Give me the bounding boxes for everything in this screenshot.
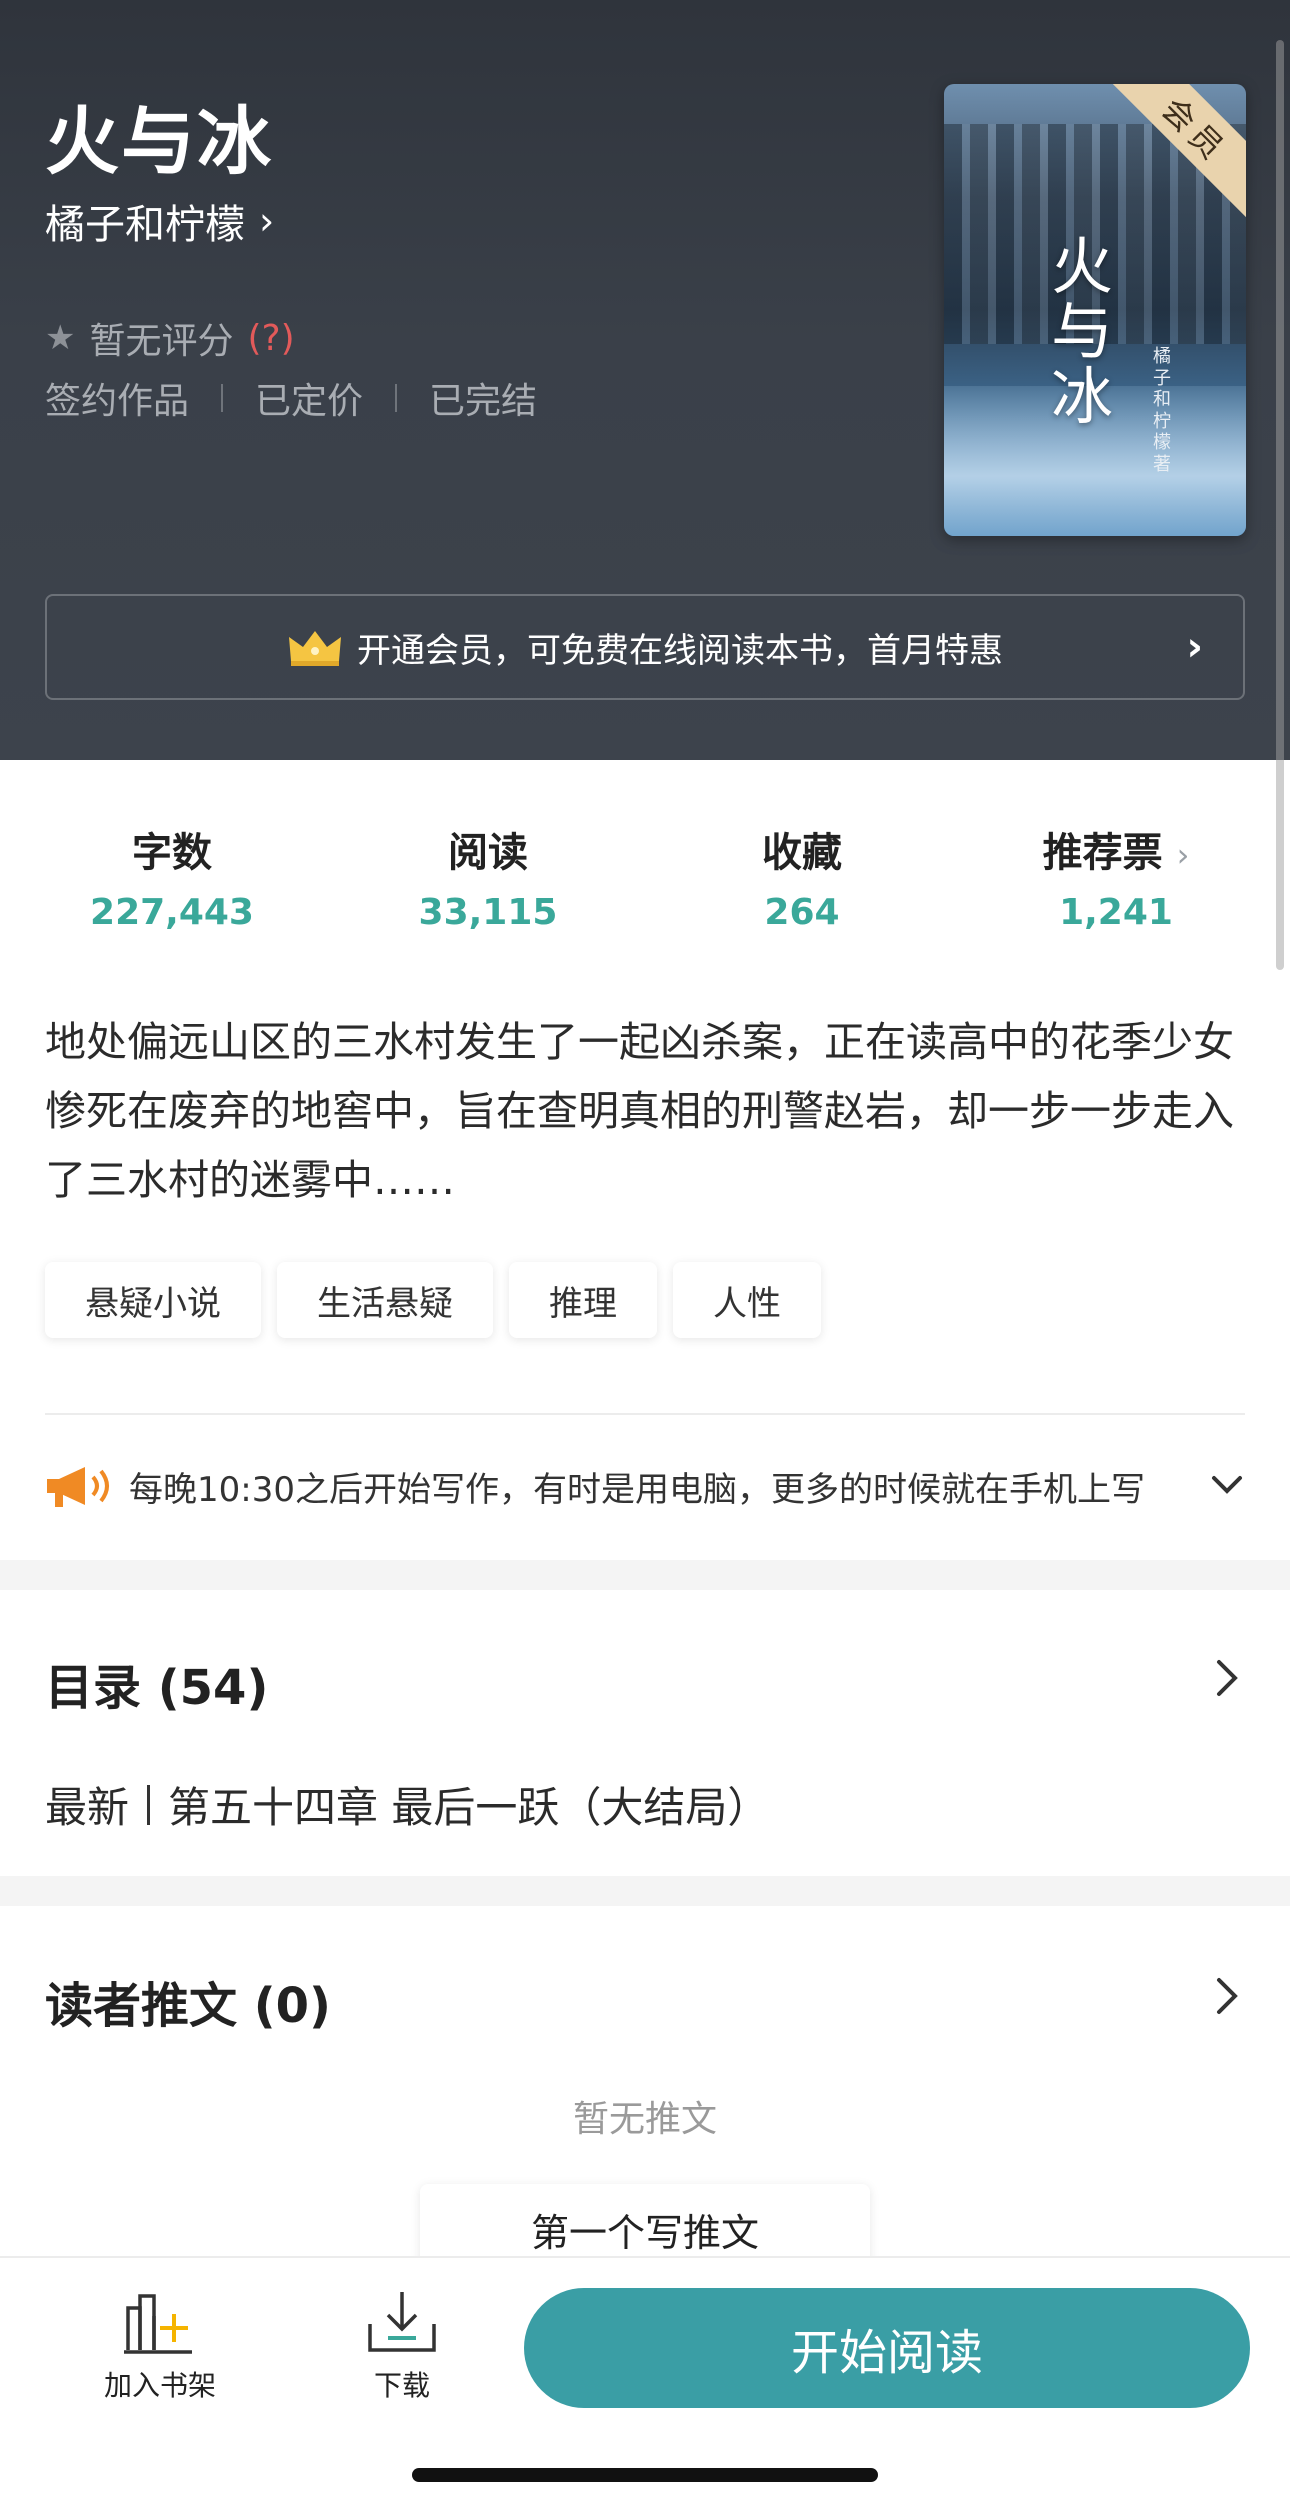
stat-reads: 阅读 33,115 (368, 820, 608, 933)
book-cover[interactable]: 火与冰 橘子和柠檬著 会员 (944, 84, 1246, 536)
meta-signed: 签约作品 (45, 381, 190, 422)
meta-completed: 已完结 (429, 381, 538, 422)
rating-help-link[interactable]: (?) (248, 318, 295, 359)
reviews-empty-text: 暂无推文 (572, 2099, 717, 2140)
latest-label: 最新 (45, 1783, 130, 1832)
author-name: 橘子和柠檬 (45, 202, 245, 248)
stat-recommend-votes[interactable]: 推荐票 › 1,241 (996, 820, 1236, 933)
chevron-right-icon[interactable] (1209, 1656, 1245, 1700)
download-icon (368, 2292, 436, 2352)
stat-label: 阅读 (448, 830, 528, 876)
download-button[interactable]: 下载 (322, 2288, 482, 2404)
cover-author: 橘子和柠檬著 (1153, 346, 1171, 475)
latest-chapter-row[interactable]: 最新 第五十四章 最后一跃（大结局） (45, 1774, 769, 1835)
stat-label: 推荐票 (1042, 830, 1163, 876)
stat-value: 227,443 (90, 892, 254, 933)
add-to-shelf-button[interactable]: 加入书架 (80, 2288, 240, 2404)
cover-title: 火与冰 (1050, 230, 1113, 434)
divider (147, 1784, 151, 1825)
book-header: 火与冰 橘子和柠檬 › ★ 暂无评分 (?) 签约作品 已定价 已完结 火与冰 … (0, 0, 1290, 760)
tag-list: 悬疑小说 生活悬疑 推理 人性 (45, 1262, 821, 1338)
book-title: 火与冰 (45, 99, 273, 185)
vip-banner[interactable]: 开通会员，可免费在线阅读本书，首月特惠 › (45, 594, 1245, 700)
chevron-right-icon: › (1176, 836, 1190, 874)
chevron-down-icon[interactable] (1209, 1466, 1245, 1502)
author-link[interactable]: 橘子和柠檬 › (45, 192, 274, 250)
star-icon: ★ (45, 318, 76, 358)
synopsis[interactable]: 地处偏远山区的三水村发生了一起凶杀案，正在读高中的花季少女惨死在废弃的地窖中，旨… (45, 1008, 1245, 1215)
stat-value: 264 (764, 892, 840, 933)
divider (221, 384, 224, 412)
tag-life-suspense[interactable]: 生活悬疑 (277, 1262, 493, 1338)
section-gap (0, 1560, 1290, 1590)
start-reading-button[interactable]: 开始阅读 (524, 2288, 1250, 2408)
add-bookshelf-icon (124, 2294, 192, 2354)
stat-value: 1,241 (1059, 892, 1173, 933)
book-meta: 签约作品 已定价 已完结 (45, 372, 537, 424)
reviews-title[interactable]: 读者推文 (0) (45, 1966, 331, 2036)
stat-favorites: 收藏 264 (682, 820, 922, 933)
megaphone-icon (47, 1467, 109, 1507)
divider (395, 384, 398, 412)
latest-chapter: 第五十四章 最后一跃（大结局） (168, 1783, 770, 1832)
tag-mystery[interactable]: 推理 (509, 1262, 657, 1338)
rating-text: 暂无评分 (89, 321, 234, 362)
stat-label: 收藏 (762, 830, 842, 876)
chevron-right-icon: › (259, 199, 275, 243)
chevron-right-icon: › (1186, 624, 1203, 670)
rating-row: ★ 暂无评分 (?) (45, 312, 295, 364)
tag-humanity[interactable]: 人性 (673, 1262, 821, 1338)
notice-text: 每晚10:30之后开始写作，有时是用电脑，更多的时候就在手机上写 (129, 1469, 1145, 1510)
crown-icon (289, 631, 341, 666)
divider (45, 1413, 1245, 1415)
chevron-right-icon[interactable] (1209, 1974, 1245, 2018)
section-gap (0, 1876, 1290, 1906)
vip-banner-text: 开通会员，可免费在线阅读本书，首月特惠 (357, 630, 1003, 671)
stat-label-wrap: 推荐票 › (996, 820, 1236, 878)
stats-row: 字数 227,443 阅读 33,115 收藏 264 推荐票 › 1,241 (0, 820, 1290, 940)
tag-suspense-novel[interactable]: 悬疑小说 (45, 1262, 261, 1338)
meta-priced: 已定价 (255, 381, 364, 422)
stat-word-count: 字数 227,443 (52, 820, 292, 933)
stat-label: 字数 (132, 830, 212, 876)
add-to-shelf-label: 加入书架 (103, 2369, 216, 2402)
home-indicator[interactable] (412, 2468, 878, 2482)
download-label: 下载 (373, 2369, 430, 2402)
stat-value: 33,115 (418, 892, 558, 933)
toc-title[interactable]: 目录 (54) (45, 1648, 268, 1718)
author-notice[interactable]: 每晚10:30之后开始写作，有时是用电脑，更多的时候就在手机上写 (45, 1460, 1245, 1512)
